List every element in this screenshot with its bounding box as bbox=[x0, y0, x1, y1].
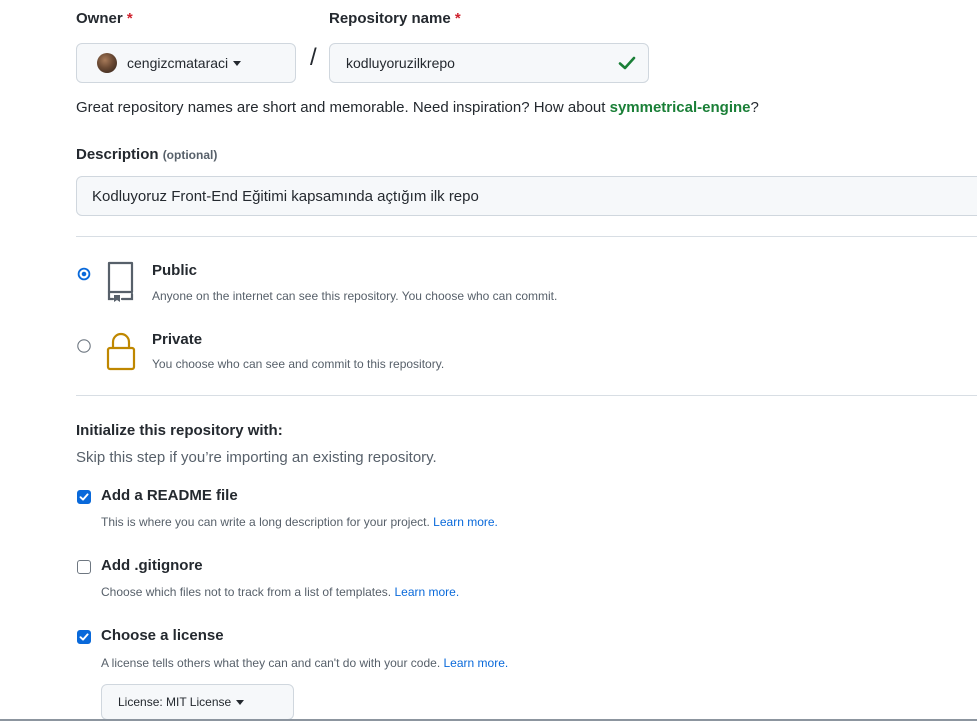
readme-learn-more-link[interactable]: Learn more. bbox=[433, 515, 498, 529]
avatar bbox=[97, 53, 117, 73]
gitignore-description: Choose which files not to track from a l… bbox=[101, 585, 459, 599]
license-description: A license tells others what they can and… bbox=[101, 656, 508, 670]
license-description-text: A license tells others what they can and… bbox=[101, 656, 441, 670]
initialize-subtitle: Skip this step if you’re importing an ex… bbox=[76, 449, 437, 466]
description-label-text: Description bbox=[76, 146, 159, 163]
repository-name-label-text: Repository name bbox=[329, 10, 451, 27]
license-label[interactable]: Choose a license bbox=[101, 627, 224, 644]
hint-text: Great repository names are short and mem… bbox=[76, 99, 610, 116]
optional-tag: (optional) bbox=[162, 148, 218, 162]
owner-label-text: Owner bbox=[76, 10, 123, 27]
license-select-button[interactable]: License: MIT License bbox=[101, 684, 294, 720]
gitignore-description-text: Choose which files not to track from a l… bbox=[101, 585, 392, 599]
private-description: You choose who can see and commit to thi… bbox=[152, 357, 445, 371]
initialize-title: Initialize this repository with: bbox=[76, 422, 283, 439]
public-title: Public bbox=[152, 262, 198, 279]
divider bbox=[76, 236, 977, 237]
public-description: Anyone on the internet can see this repo… bbox=[152, 289, 558, 303]
license-select-value: License: MIT License bbox=[118, 695, 232, 709]
description-value: Kodluyoruz Front-End Eğitimi kapsamında … bbox=[92, 187, 479, 205]
owner-label: Owner * bbox=[76, 10, 133, 27]
gitignore-checkbox[interactable] bbox=[77, 560, 91, 574]
owner-repo-separator: / bbox=[310, 44, 317, 71]
caret-down-icon bbox=[236, 699, 245, 705]
owner-required-mark: * bbox=[126, 10, 133, 27]
checkmark-icon bbox=[79, 633, 89, 641]
divider bbox=[76, 395, 977, 396]
description-input[interactable]: Kodluyoruz Front-End Eğitimi kapsamında … bbox=[76, 176, 977, 216]
owner-value: cengizcmataraci bbox=[127, 55, 229, 71]
check-icon bbox=[618, 56, 636, 70]
public-radio[interactable] bbox=[77, 267, 91, 286]
license-checkbox[interactable] bbox=[77, 630, 91, 644]
private-radio[interactable] bbox=[77, 339, 91, 358]
hint-end: ? bbox=[750, 99, 759, 116]
repo-icon bbox=[107, 261, 134, 302]
gitignore-label[interactable]: Add .gitignore bbox=[101, 557, 203, 574]
readme-description-text: This is where you can write a long descr… bbox=[101, 515, 430, 529]
radio-unselected-icon bbox=[77, 339, 91, 353]
checkmark-icon bbox=[79, 493, 89, 501]
readme-checkbox[interactable] bbox=[77, 490, 91, 504]
readme-description: This is where you can write a long descr… bbox=[101, 515, 498, 529]
description-label: Description (optional) bbox=[76, 146, 217, 163]
repository-name-label: Repository name * bbox=[329, 10, 461, 27]
owner-select-button[interactable]: cengizcmataraci bbox=[76, 43, 296, 83]
repository-name-hint: Great repository names are short and mem… bbox=[76, 99, 759, 116]
radio-selected-icon bbox=[77, 267, 91, 281]
new-repository-form: Owner * Repository name * cengizcmatarac… bbox=[0, 0, 977, 721]
repository-required-mark: * bbox=[454, 10, 461, 27]
readme-label[interactable]: Add a README file bbox=[101, 487, 238, 504]
license-learn-more-link[interactable]: Learn more. bbox=[444, 656, 509, 670]
repository-name-input[interactable]: kodluyoruzilkrepo bbox=[329, 43, 649, 83]
repository-name-value: kodluyoruzilkrepo bbox=[346, 55, 455, 71]
name-suggestion-link[interactable]: symmetrical-engine bbox=[610, 99, 751, 116]
caret-down-icon bbox=[233, 60, 242, 66]
lock-icon bbox=[106, 332, 136, 371]
gitignore-learn-more-link[interactable]: Learn more. bbox=[394, 585, 459, 599]
private-title: Private bbox=[152, 331, 203, 348]
